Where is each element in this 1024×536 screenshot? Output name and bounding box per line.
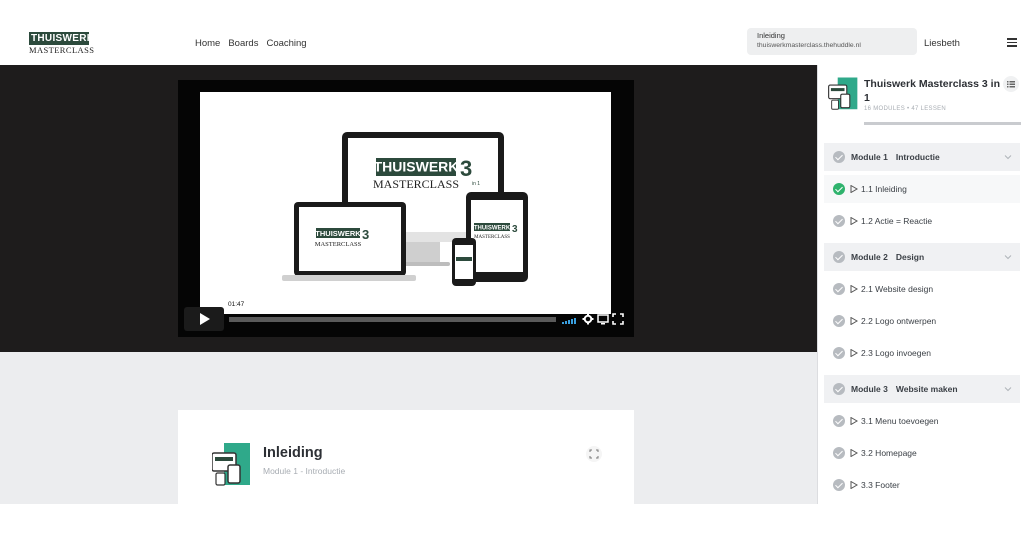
- chevron-down-icon[interactable]: [1004, 385, 1012, 393]
- devices-illustration: THUISWERK 3 in 1 MASTERCLASS THUISWERK 3…: [282, 132, 528, 286]
- check-icon: [833, 415, 845, 427]
- play-outline-icon: [850, 349, 858, 357]
- notification-url: thuiswerkmasterclass.thehuddle.nl: [757, 42, 861, 49]
- module-name: Introductie: [895, 152, 940, 162]
- video-controls: 01:47: [184, 301, 629, 331]
- lesson-thumbnail: [212, 443, 250, 486]
- course-progress-bar: [864, 122, 1021, 125]
- poster-brand-top: THUISWERK: [374, 159, 459, 175]
- lesson-row-3-2[interactable]: 3.2 Homepage: [824, 439, 1020, 467]
- lesson-row-2-2[interactable]: 2.2 Logo ontwerpen: [824, 307, 1020, 335]
- main-nav: Home Boards Coaching: [195, 38, 307, 49]
- play-outline-icon: [850, 317, 858, 325]
- lesson-label: 2.2 Logo ontwerpen: [861, 316, 937, 326]
- svg-text:THUISWERK: THUISWERK: [474, 226, 511, 232]
- chevron-down-icon[interactable]: [1004, 253, 1012, 261]
- check-icon: [833, 215, 845, 227]
- user-name[interactable]: Liesbeth: [924, 38, 960, 49]
- poster-in1: in 1: [472, 181, 480, 187]
- lesson-label: 1.1 Inleiding: [861, 184, 907, 194]
- lesson-row-3-1[interactable]: 3.1 Menu toevoegen: [824, 407, 1020, 435]
- lesson-label: 2.1 Website design: [861, 284, 934, 294]
- nav-boards[interactable]: Boards: [228, 38, 258, 49]
- check-icon: [833, 347, 845, 359]
- check-icon: [833, 447, 845, 459]
- module-label: Module 2: [851, 252, 888, 262]
- lesson-label: 2.3 Logo invoegen: [861, 348, 931, 358]
- course-meta: 16 MODULES • 47 LESSEN: [864, 106, 947, 112]
- poster-brand-num: 3: [460, 156, 472, 181]
- brand-logo[interactable]: THUISWERK MASTERCLASS: [29, 32, 95, 55]
- volume-icon[interactable]: [562, 316, 576, 324]
- top-bar: THUISWERK MASTERCLASS Home Boards Coachi…: [0, 0, 1024, 65]
- menu-icon[interactable]: [1007, 38, 1017, 47]
- lesson-label: 1.2 Actie = Reactie: [861, 216, 933, 226]
- check-icon: [833, 251, 845, 263]
- logo-bottom-text: MASTERCLASS: [29, 45, 95, 55]
- notification-popup[interactable]: Inleiding thuiswerkmasterclass.thehuddle…: [747, 28, 917, 55]
- play-outline-icon: [850, 217, 858, 225]
- check-icon: [833, 315, 845, 327]
- picture-in-picture-icon[interactable]: [597, 313, 609, 325]
- module-name: Design: [895, 252, 925, 262]
- svg-text:MASTERCLASS: MASTERCLASS: [474, 235, 510, 240]
- fullscreen-icon[interactable]: [612, 313, 624, 325]
- module-row-1[interactable]: Module 1 Introductie: [824, 143, 1020, 171]
- lesson-row-1-1[interactable]: 1.1 Inleiding: [824, 175, 1020, 203]
- module-name: Website maken: [895, 384, 958, 394]
- video-poster[interactable]: THUISWERK 3 in 1 MASTERCLASS THUISWERK 3…: [200, 92, 611, 314]
- course-thumbnail: [828, 77, 858, 110]
- check-icon: [833, 283, 845, 295]
- play-outline-icon: [850, 449, 858, 457]
- lesson-title: Inleiding: [263, 445, 323, 461]
- play-outline-icon: [850, 185, 858, 193]
- lesson-row-2-3[interactable]: 2.3 Logo invoegen: [824, 339, 1020, 367]
- chevron-down-icon[interactable]: [1004, 153, 1012, 161]
- module-row-3[interactable]: Module 3 Website maken: [824, 375, 1020, 403]
- lesson-label: 3.1 Menu toevoegen: [861, 416, 939, 426]
- lesson-row-2-1[interactable]: 2.1 Website design: [824, 275, 1020, 303]
- list-icon[interactable]: [1003, 76, 1019, 92]
- poster-brand-bottom: MASTERCLASS: [373, 177, 459, 191]
- play-outline-icon: [850, 481, 858, 489]
- check-icon: [833, 151, 845, 163]
- video-progress-bar[interactable]: [229, 317, 556, 322]
- expand-icon[interactable]: [586, 446, 602, 462]
- lesson-label: 3.3 Footer: [861, 480, 900, 490]
- course-title: Thuiswerk Masterclass 3 in 1: [864, 78, 1000, 104]
- play-button[interactable]: [184, 307, 224, 331]
- svg-text:THUISWERK: THUISWERK: [315, 229, 361, 238]
- module-label: Module 1: [851, 152, 888, 162]
- svg-text:3: 3: [512, 224, 518, 235]
- settings-icon[interactable]: [582, 313, 594, 325]
- module-label: Module 3: [851, 384, 888, 394]
- lesson-row-3-3[interactable]: 3.3 Footer: [824, 471, 1020, 499]
- nav-coaching[interactable]: Coaching: [266, 38, 306, 49]
- check-icon: [833, 479, 845, 491]
- lesson-subtitle: Module 1 - Introductie: [263, 466, 346, 476]
- logo-top-text: THUISWERK: [29, 32, 95, 45]
- svg-text:MASTERCLASS: MASTERCLASS: [315, 241, 362, 248]
- svg-text:3: 3: [362, 227, 369, 242]
- play-outline-icon: [850, 285, 858, 293]
- notification-title: Inleiding: [757, 31, 785, 40]
- lesson-row-1-2[interactable]: 1.2 Actie = Reactie: [824, 207, 1020, 235]
- check-icon: [833, 383, 845, 395]
- nav-home[interactable]: Home: [195, 38, 220, 49]
- check-done-icon: [833, 183, 845, 195]
- module-row-2[interactable]: Module 2 Design: [824, 243, 1020, 271]
- video-timestamp: 01:47: [226, 301, 247, 309]
- play-outline-icon: [850, 417, 858, 425]
- lesson-label: 3.2 Homepage: [861, 448, 917, 458]
